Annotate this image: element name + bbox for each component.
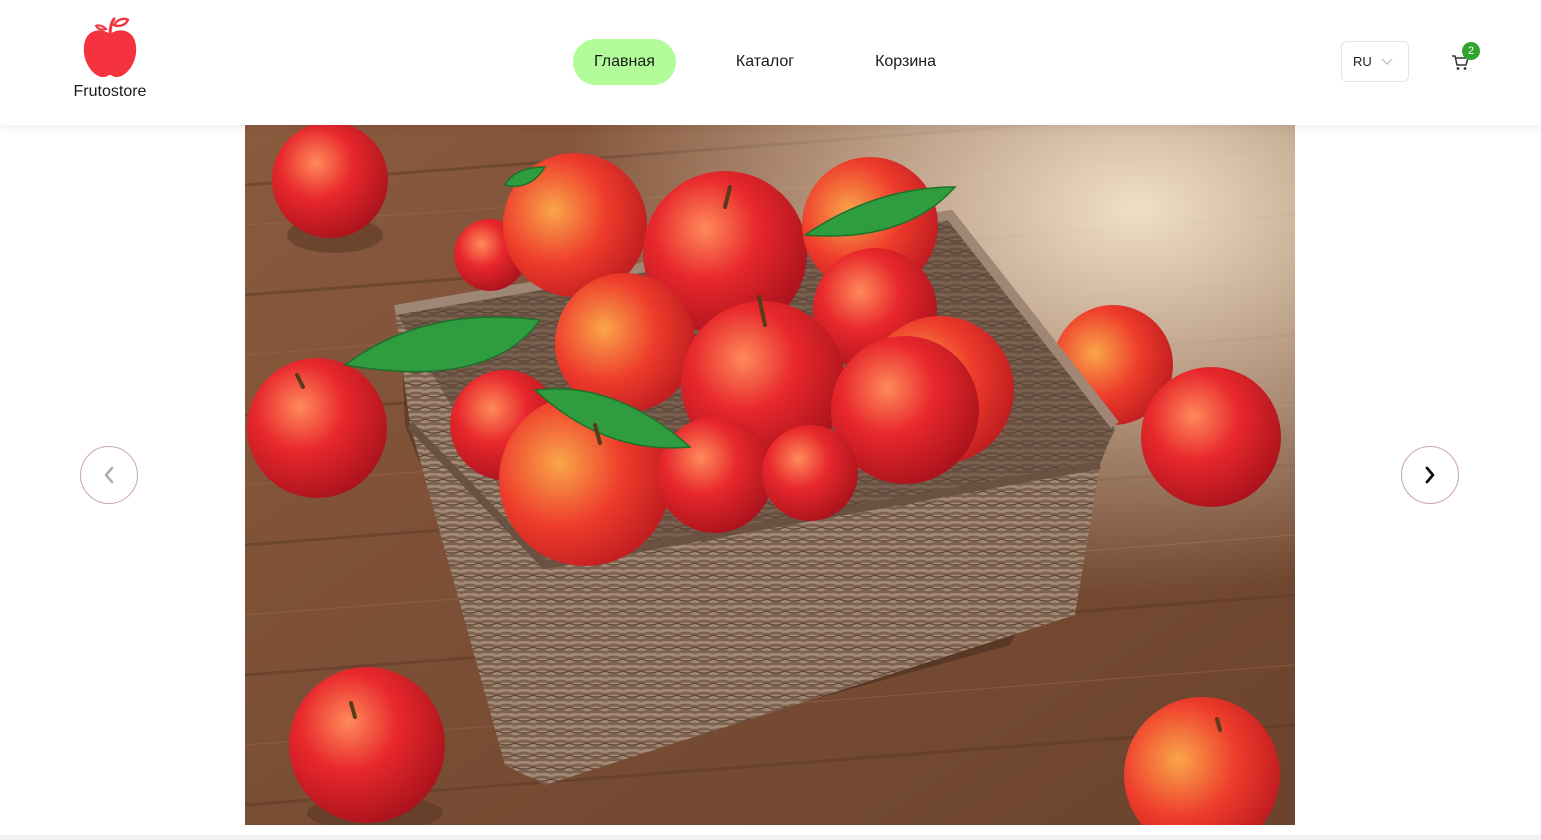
language-selected: RU — [1353, 54, 1372, 69]
chevron-right-icon — [1425, 466, 1435, 484]
site-logo[interactable]: Frutostore — [66, 16, 154, 106]
slider-prev-button[interactable] — [80, 446, 138, 504]
nav-item-home[interactable]: Главная — [573, 39, 676, 85]
language-select[interactable]: RU — [1341, 41, 1409, 82]
hero-slider — [245, 125, 1295, 825]
site-header: Frutostore Главная Каталог Корзина RU 2 — [0, 0, 1541, 125]
nav-item-catalog[interactable]: Каталог — [715, 39, 815, 85]
nav-item-cart[interactable]: Корзина — [854, 39, 957, 85]
hero-image — [245, 125, 1295, 825]
slider-next-button[interactable] — [1401, 446, 1459, 504]
cart-count-badge: 2 — [1462, 42, 1480, 60]
main-nav: Главная Каталог Корзина — [573, 39, 957, 85]
chevron-left-icon — [104, 466, 114, 484]
page-bottom-divider — [0, 835, 1541, 840]
chevron-down-icon — [1381, 58, 1393, 65]
apple-icon — [83, 17, 137, 78]
brand-name: Frutostore — [73, 83, 147, 100]
